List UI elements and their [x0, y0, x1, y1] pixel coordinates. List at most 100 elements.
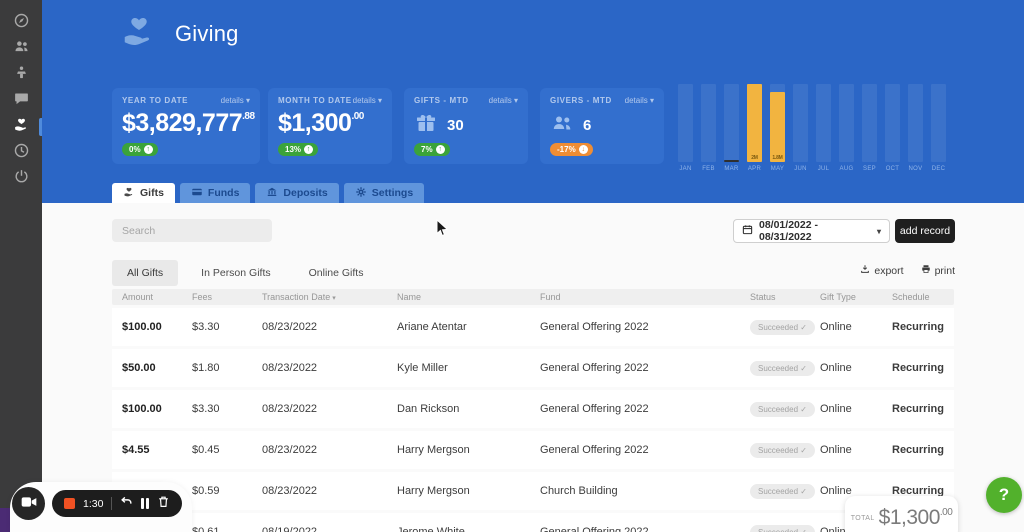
cell-name: Kyle Miller [397, 362, 540, 374]
cell-schedule: Recurring [892, 403, 954, 415]
chevron-down-icon: ▾ [650, 96, 654, 105]
camera-toggle-button[interactable] [12, 487, 45, 520]
chart-month-slot: DEC [931, 84, 946, 176]
cell-status: Succeeded ✓ [750, 525, 820, 532]
givers-icon [550, 111, 574, 140]
clock-icon [13, 142, 30, 164]
table-row[interactable]: $50.00 $1.80 08/23/2022 Kyle Miller Gene… [112, 349, 954, 387]
pause-icon[interactable] [141, 498, 149, 509]
sidebar-item-giving[interactable] [0, 114, 42, 140]
cell-gift-type: Online [820, 321, 892, 333]
total-amount-card: TOTAL $1,300.00 [845, 496, 958, 532]
search-input[interactable] [112, 219, 272, 242]
chart-month-slot: MAR [724, 84, 739, 176]
tab-gifts[interactable]: Gifts [112, 183, 175, 203]
stat-card-givers-mtd: GIVERS - MTD details ▾ 6 -17%↓ [540, 88, 664, 164]
chart-month-label: NOV [909, 166, 923, 172]
export-button[interactable]: export [860, 264, 903, 277]
cell-status: Succeeded ✓ [750, 484, 820, 499]
table-row[interactable]: $10.00 $0.61 08/19/2022 Jerome White Gen… [112, 513, 954, 532]
stop-recording-button[interactable] [64, 498, 75, 509]
filter-tab-all-gifts[interactable]: All Gifts [112, 260, 178, 286]
chart-month-label: MAY [771, 166, 784, 172]
filter-tab-online-gifts[interactable]: Online Gifts [294, 260, 379, 286]
giving-header: Giving YEAR TO DATE details ▾ $3,829,777… [42, 0, 1024, 203]
cell-status: Succeeded ✓ [750, 402, 820, 417]
cell-fees: $0.45 [192, 444, 262, 456]
column-header-gift-type[interactable]: Gift Type [820, 292, 892, 302]
column-header-status[interactable]: Status [750, 292, 820, 302]
help-button[interactable]: ? [986, 477, 1022, 513]
cell-fund: General Offering 2022 [540, 321, 750, 333]
mouse-cursor [436, 219, 449, 243]
chart-month-slot: JAN [678, 84, 693, 176]
print-button[interactable]: print [921, 264, 955, 277]
stat-label: MONTH TO DATE [278, 96, 352, 105]
arrow-up-circle-icon: ↑ [144, 145, 153, 154]
details-dropdown[interactable]: details ▾ [221, 96, 250, 105]
table-row[interactable]: $4.55 $0.45 08/23/2022 Harry Mergson Gen… [112, 431, 954, 469]
chart-month-label: FEB [702, 166, 715, 172]
card-icon [191, 186, 203, 201]
cell-fund: General Offering 2022 [540, 444, 750, 456]
details-dropdown[interactable]: details ▾ [489, 96, 518, 105]
chart-month-slot: 1.8MMAY [770, 84, 785, 176]
cell-gift-type: Online [820, 444, 892, 456]
column-header-fees[interactable]: Fees [192, 292, 262, 302]
column-header-transaction-date[interactable]: Transaction Date▾ [262, 292, 397, 302]
sidebar-item-power[interactable] [0, 166, 42, 192]
table-actions: export print [860, 264, 955, 277]
sidebar-item-messages[interactable] [0, 88, 42, 114]
sidebar-item-people[interactable] [0, 36, 42, 62]
add-record-button[interactable]: add record [895, 219, 955, 243]
details-dropdown[interactable]: details ▾ [353, 96, 382, 105]
gear-icon [355, 186, 367, 201]
cell-fund: General Offering 2022 [540, 403, 750, 415]
chart-month-slot: JUL [816, 84, 831, 176]
chart-month-label: MAR [724, 166, 738, 172]
table-row[interactable]: $9.41 $0.59 08/23/2022 Harry Mergson Chu… [112, 472, 954, 510]
sidebar-item-worship[interactable] [0, 62, 42, 88]
tab-label: Settings [372, 187, 413, 199]
table-row[interactable]: $100.00 $3.30 08/23/2022 Ariane Atentar … [112, 308, 954, 346]
compass-icon [13, 12, 30, 34]
column-header-name[interactable]: Name [397, 292, 540, 302]
details-dropdown[interactable]: details ▾ [625, 96, 654, 105]
chevron-down-icon: ▾ [514, 96, 518, 105]
stat-card-gifts-mtd: GIFTS - MTD details ▾ 30 7%↑ [404, 88, 528, 164]
cell-transaction-date: 08/23/2022 [262, 362, 397, 374]
stat-card-month-to-date: MONTH TO DATE details ▾ $1,300.00 13%↑ [268, 88, 392, 164]
status-badge: Succeeded ✓ [750, 443, 815, 458]
cell-gift-type: Online [820, 403, 892, 415]
chevron-down-icon: ▾ [246, 96, 250, 105]
column-header-amount[interactable]: Amount [122, 292, 192, 302]
filter-tab-in-person-gifts[interactable]: In Person Gifts [186, 260, 285, 286]
giving-icon [123, 186, 135, 201]
chart-bar: 2M [747, 84, 762, 162]
trash-icon[interactable] [157, 495, 170, 513]
trend-badge: 7%↑ [414, 143, 450, 156]
podium-icon [13, 64, 30, 86]
sidebar-item-history[interactable] [0, 140, 42, 166]
sidebar-item-dashboard[interactable] [0, 10, 42, 36]
date-range-picker[interactable]: 08/01/2022 - 08/31/2022 ▾ [733, 219, 890, 243]
column-header-fund[interactable]: Fund [540, 292, 750, 302]
table-row[interactable]: $100.00 $3.30 08/23/2022 Dan Rickson Gen… [112, 390, 954, 428]
cell-name: Ariane Atentar [397, 321, 540, 333]
cell-name: Harry Mergson [397, 485, 540, 497]
chart-month-slot: NOV [908, 84, 923, 176]
cell-fund: General Offering 2022 [540, 526, 750, 532]
tab-label: Gifts [140, 187, 164, 199]
tab-funds[interactable]: Funds [180, 183, 251, 203]
column-header-schedule[interactable]: Schedule [892, 292, 954, 302]
trend-badge: 0%↑ [122, 143, 158, 156]
sort-caret-icon: ▾ [332, 295, 336, 302]
undo-icon[interactable] [120, 495, 133, 513]
chart-month-slot: OCT [885, 84, 900, 176]
status-badge: Succeeded ✓ [750, 484, 815, 499]
chart-month-label: JUL [818, 166, 830, 172]
cell-fees: $0.61 [192, 526, 262, 532]
tab-deposits[interactable]: Deposits [255, 183, 338, 203]
total-value: $1,300.00 [879, 506, 953, 530]
tab-settings[interactable]: Settings [344, 183, 424, 203]
